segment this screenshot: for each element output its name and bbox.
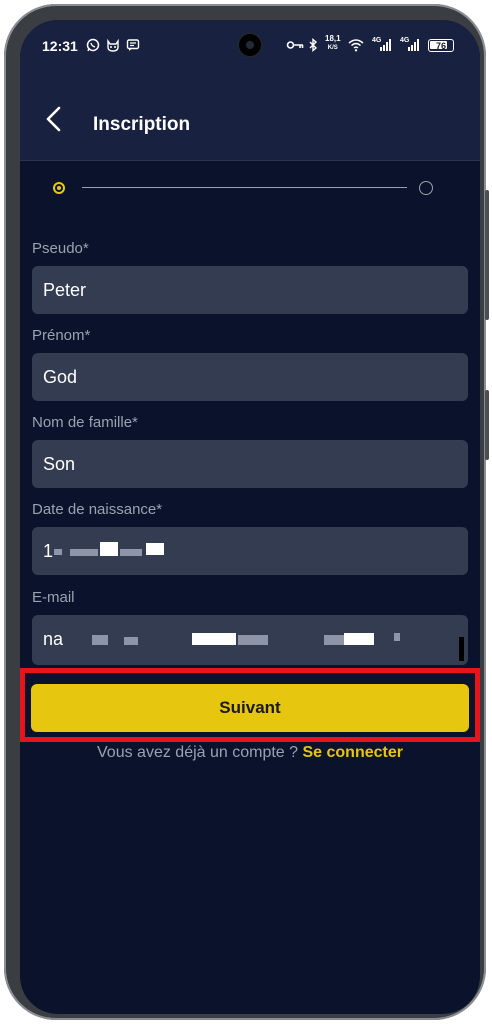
cat-icon (106, 38, 120, 55)
volume-button (485, 190, 489, 320)
chevron-left-icon (46, 106, 61, 132)
redaction-block (120, 549, 142, 556)
step-1-indicator (53, 182, 65, 194)
net-speed-unit: K/S (327, 45, 338, 51)
key-icon (286, 38, 304, 55)
battery-level: 76 (435, 41, 446, 51)
nom-label: Nom de famille* (32, 414, 138, 431)
back-button[interactable] (40, 104, 70, 134)
login-prompt-text: Vous avez déjà un compte ? (97, 744, 303, 761)
redaction-block (324, 635, 344, 645)
birthdate-value: 1 (43, 541, 54, 561)
nom-field[interactable]: Son (32, 440, 468, 488)
step-connector (82, 187, 407, 188)
app-header: Inscription (20, 76, 480, 161)
birthdate-label: Date de naissance* (32, 501, 163, 518)
redaction-block (54, 549, 62, 555)
birthdate-field[interactable]: 1 (32, 527, 468, 575)
pseudo-value: Peter (43, 280, 87, 300)
redaction-block (238, 635, 268, 645)
power-button (485, 390, 489, 460)
screen: 12:31 18,1 K/S 4G 4G 76 Inscription Pseu… (20, 20, 480, 1014)
nom-value: Son (43, 454, 76, 474)
redaction-block (70, 549, 98, 556)
pseudo-field[interactable]: Peter (32, 266, 468, 314)
net-speed: 18,1 K/S (325, 35, 341, 52)
phone-frame: 12:31 18,1 K/S 4G 4G 76 Inscription Pseu… (4, 4, 489, 1020)
net-speed-value: 18,1 (325, 34, 341, 43)
email-field[interactable]: na (32, 615, 468, 665)
pseudo-label: Pseudo* (32, 240, 89, 257)
status-time: 12:31 (42, 38, 78, 54)
message-icon (126, 38, 140, 55)
prenom-field[interactable]: God (32, 353, 468, 401)
front-camera (239, 34, 261, 56)
progress-stepper (52, 180, 442, 200)
redaction-block (100, 542, 118, 556)
redaction-block (344, 633, 374, 645)
text-scroll-indicator (459, 637, 464, 661)
login-prompt-row: Vous avez déjà un compte ? Se connecter (20, 744, 480, 762)
redaction-block (124, 637, 138, 645)
battery-icon: 76 (428, 39, 454, 52)
login-link[interactable]: Se connecter (302, 744, 402, 761)
page-title: Inscription (93, 114, 191, 135)
redaction-block (192, 633, 236, 645)
step-2-indicator (419, 181, 433, 195)
prenom-value: God (43, 367, 78, 387)
redaction-block (92, 635, 108, 645)
redaction-block (394, 633, 400, 641)
bluetooth-icon (308, 38, 318, 55)
status-bar: 12:31 18,1 K/S 4G 4G 76 (20, 20, 480, 76)
whatsapp-icon (86, 38, 100, 55)
email-label: E-mail (32, 589, 75, 606)
prenom-label: Prénom* (32, 327, 91, 344)
email-value: na (43, 629, 64, 649)
highlight-box (20, 668, 480, 742)
redaction-block (146, 543, 164, 555)
wifi-icon (348, 38, 364, 55)
